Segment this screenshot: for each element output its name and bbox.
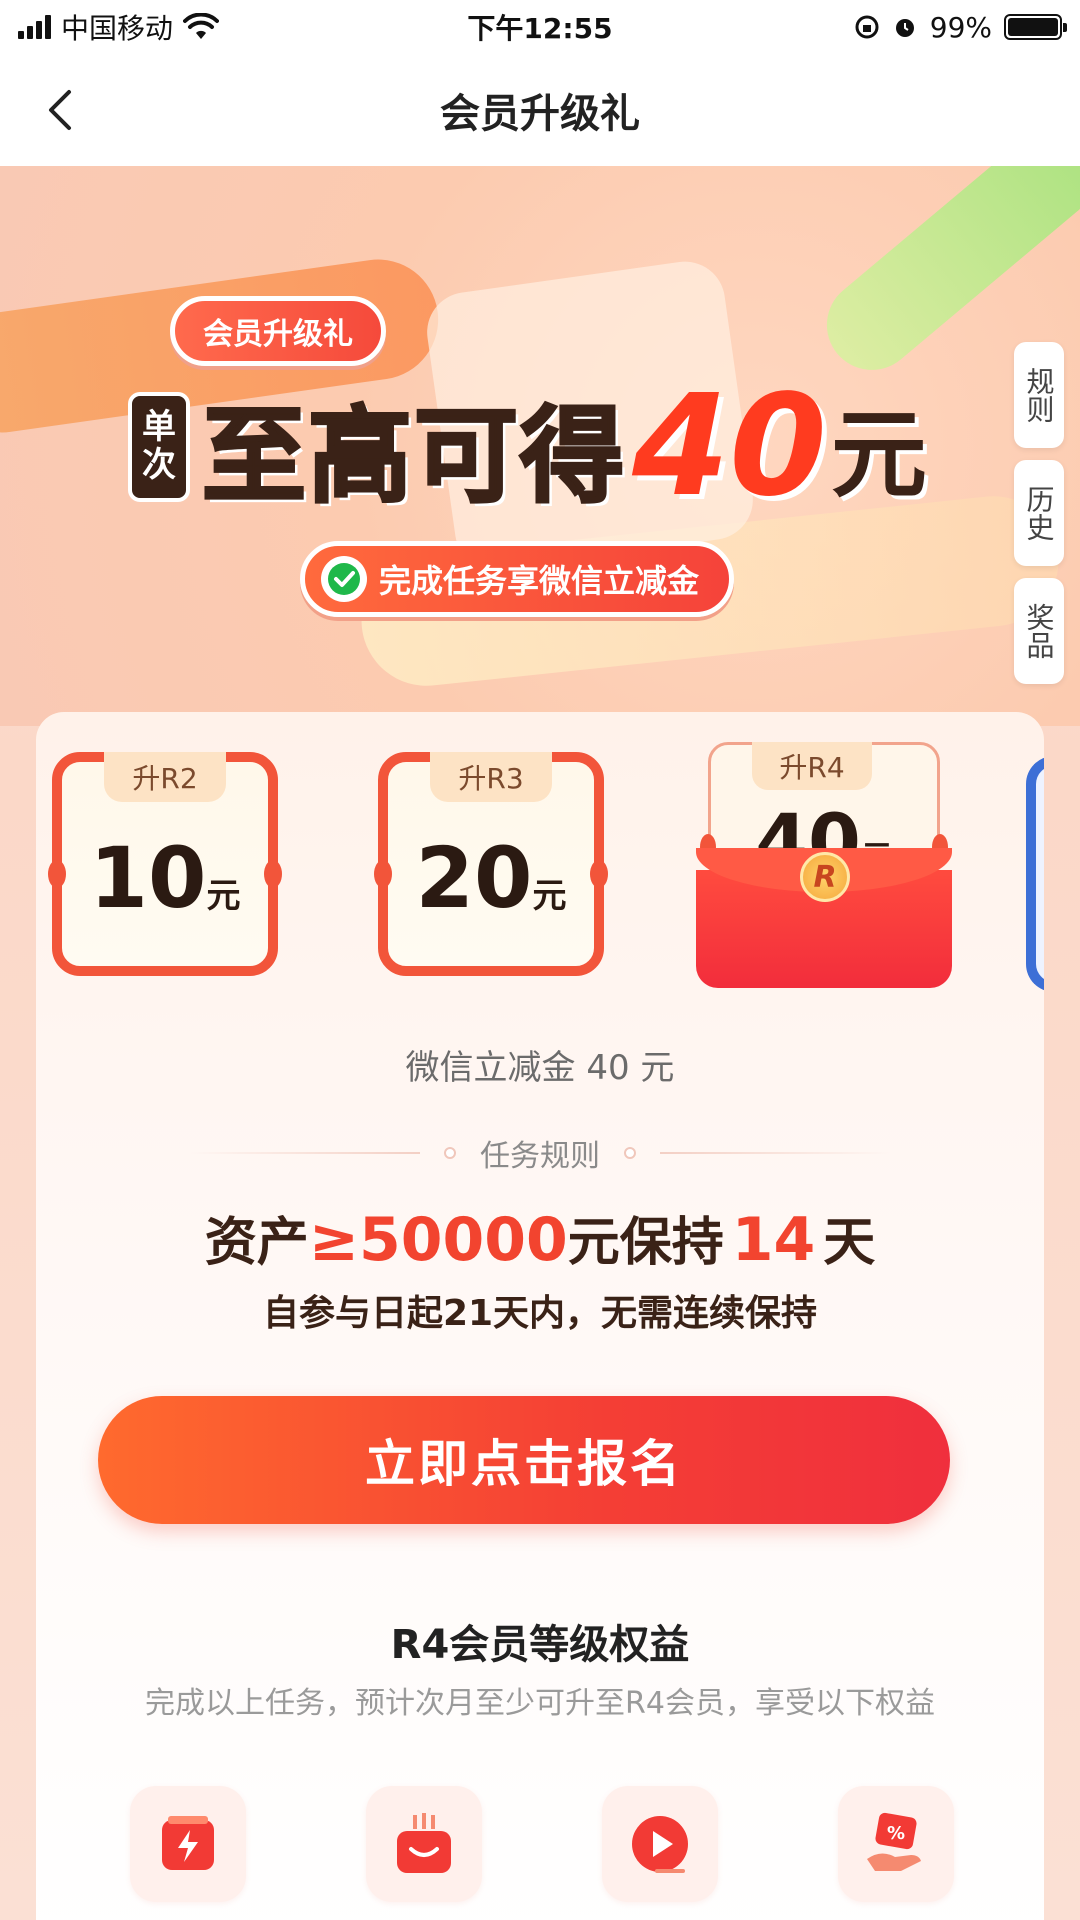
- status-right: 99%: [702, 10, 1067, 44]
- page-title: 会员升级礼: [440, 91, 640, 137]
- tier-amount-unit: 元: [206, 876, 241, 916]
- single-tag-bottom: 次: [142, 444, 176, 485]
- tier-card-next-peek[interactable]: [1026, 756, 1044, 992]
- headline-unit: 元: [830, 399, 927, 511]
- single-tag: 单 次: [128, 391, 190, 502]
- hero-subtitle: 完成任务享微信立减金: [300, 541, 735, 617]
- play-video-icon: [632, 1816, 688, 1873]
- tier-amount: 10元: [62, 836, 268, 920]
- status-time: 下午12:55: [467, 12, 613, 45]
- battery-percent: 99%: [929, 10, 992, 44]
- hero-headline: 单 次 至高可得 40 元: [128, 371, 927, 522]
- alarm-icon: [895, 19, 914, 37]
- lightning-jar-icon: [162, 1816, 214, 1870]
- rotation-lock-icon: [855, 15, 879, 39]
- side-button-rules[interactable]: 规则: [1014, 342, 1064, 448]
- battery-icon: [1004, 14, 1067, 40]
- tier-amount-value: 20: [415, 829, 533, 927]
- task-rule-middle: 元保持: [567, 1213, 724, 1273]
- wechat-check-icon: [321, 556, 367, 602]
- hero-banner: 会员升级礼 单 次 至高可得 40 元 完成任务享微信立减金: [0, 166, 1080, 726]
- tier-label: 升R2: [104, 752, 226, 802]
- benefits-title: R4会员等级权益: [390, 1622, 690, 1668]
- wifi-icon: [183, 13, 220, 39]
- divider-dot: [624, 1147, 636, 1159]
- side-button-prizes[interactable]: 奖品: [1014, 578, 1064, 684]
- reward-description: 微信立减金 40 元: [405, 1048, 675, 1088]
- tier-card-r4-selected[interactable]: 升R4 40元 R: [696, 742, 952, 988]
- gift-box-icon: [397, 1813, 451, 1873]
- rules-divider: 任务规则: [36, 1128, 1044, 1178]
- task-rule-prefix: 资产: [204, 1213, 309, 1273]
- rules-title: 任务规则: [480, 1139, 600, 1174]
- task-rule-threshold: ≥50000: [308, 1205, 568, 1275]
- status-left: 中国移动: [18, 7, 378, 47]
- single-tag-top: 单: [142, 407, 176, 448]
- benefits-row: %: [130, 1786, 990, 1916]
- task-rule: 资产≥50000元保持 14 天: [36, 1200, 1044, 1275]
- benefit-item[interactable]: [366, 1786, 482, 1902]
- tier-label: 升R3: [430, 752, 552, 802]
- carrier-name: 中国移动: [61, 12, 174, 45]
- task-note: 自参与日起21天内，无需连续保持: [262, 1293, 818, 1334]
- tier-selector: 升R2 10元 升R3 20元 升R4 40元 R: [36, 742, 1044, 992]
- benefit-item[interactable]: [602, 1786, 718, 1902]
- svg-text:%: %: [887, 1823, 905, 1844]
- task-rule-suffix: 天: [823, 1213, 876, 1273]
- tier-label: 升R4: [752, 742, 872, 790]
- divider-line: [190, 1152, 420, 1154]
- coin-icon: R: [800, 852, 850, 902]
- task-rule-days: 14: [731, 1205, 816, 1275]
- divider-line: [660, 1152, 890, 1154]
- tier-amount-unit: 元: [532, 876, 567, 916]
- signal-icon: [18, 15, 51, 39]
- hero-badge: 会员升级礼: [170, 296, 386, 366]
- status-bar: 中国移动 下午12:55 99%: [0, 0, 1080, 54]
- nav-bar: 会员升级礼: [0, 54, 1080, 166]
- benefit-item[interactable]: [130, 1786, 246, 1902]
- signup-button[interactable]: 立即点击报名: [98, 1396, 950, 1524]
- headline-text: 至高可得: [200, 394, 627, 519]
- benefit-item[interactable]: %: [838, 1786, 954, 1902]
- main-card: 升R2 10元 升R3 20元 升R4 40元 R: [36, 712, 1044, 1920]
- divider-dot: [444, 1147, 456, 1159]
- headline-amount: 40: [632, 364, 827, 528]
- tier-amount: 20元: [388, 836, 594, 920]
- hero-subtitle-text: 完成任务享微信立减金: [379, 562, 700, 600]
- back-icon[interactable]: [30, 80, 90, 140]
- side-button-label: 规则: [1022, 367, 1056, 423]
- tier-amount-value: 10: [89, 829, 207, 927]
- tier-card-r3[interactable]: 升R3 20元: [374, 752, 608, 976]
- tier-card-r2[interactable]: 升R2 10元: [48, 752, 282, 976]
- side-button-label: 奖品: [1022, 603, 1056, 659]
- side-button-history[interactable]: 历史: [1014, 460, 1064, 566]
- coupon-hand-icon: %: [867, 1812, 921, 1871]
- benefits-subtitle: 完成以上任务，预计次月至少可升至R4会员，享受以下权益: [145, 1686, 935, 1721]
- side-button-label: 历史: [1022, 485, 1056, 541]
- page: 中国移动 下午12:55 99% 会员升级礼 会员升级礼 单 次 至高可得 40…: [0, 0, 1080, 1920]
